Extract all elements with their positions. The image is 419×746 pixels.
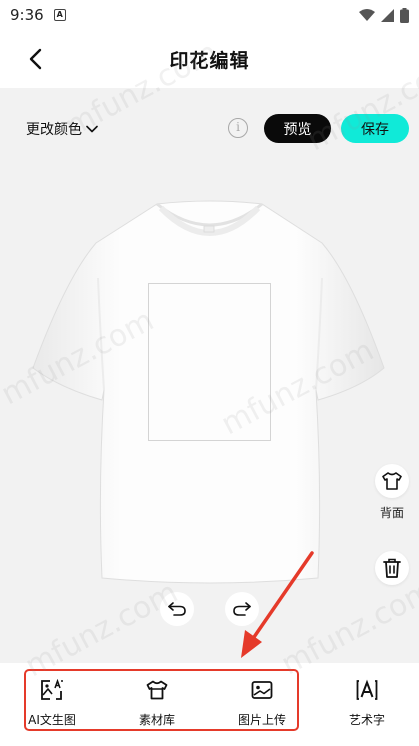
undo-icon	[168, 602, 186, 616]
delete-button[interactable]	[375, 551, 409, 585]
tool-material-library-label: 素材库	[138, 713, 175, 727]
tool-material-library[interactable]: 素材库	[119, 677, 195, 728]
notification-icon: A	[53, 9, 66, 21]
trash-icon	[383, 558, 401, 578]
back-side-button[interactable]: 背面	[375, 464, 409, 521]
change-color-dropdown[interactable]: 更改颜色	[26, 119, 98, 139]
tool-art-text-label: 艺术字	[348, 713, 385, 727]
tool-image-upload[interactable]: 图片上传	[224, 677, 300, 728]
print-area[interactable]	[148, 283, 271, 441]
wifi-icon	[359, 8, 375, 21]
info-icon[interactable]: i	[228, 118, 248, 138]
status-bar: 9:36 A	[0, 0, 419, 30]
header-bar: 印花编辑	[0, 30, 419, 88]
tool-image-upload-label: 图片上传	[237, 713, 286, 727]
back-side-circle	[375, 464, 409, 498]
chevron-left-icon	[29, 48, 42, 70]
tshirt-icon	[382, 472, 402, 490]
page-title: 印花编辑	[169, 49, 250, 72]
back-side-label: 背面	[379, 506, 404, 520]
redo-button[interactable]	[225, 592, 259, 626]
save-button[interactable]: 保存	[341, 114, 409, 143]
status-icons	[359, 7, 409, 23]
preview-button[interactable]: 预览	[264, 114, 331, 143]
tool-ai-image[interactable]: AI文生图	[14, 677, 90, 728]
design-canvas: 背面	[0, 168, 419, 663]
undo-button[interactable]	[160, 592, 194, 626]
back-button[interactable]	[22, 46, 48, 72]
redo-icon	[233, 602, 251, 616]
editor-toolbar: 更改颜色 i 预览 保存	[0, 88, 419, 168]
delete-circle	[375, 551, 409, 585]
art-text-icon	[354, 677, 380, 703]
battery-icon	[400, 7, 409, 23]
image-upload-icon	[249, 677, 275, 703]
ai-image-icon	[39, 677, 65, 703]
change-color-label: 更改颜色	[26, 122, 82, 138]
signal-icon	[381, 8, 394, 22]
tshirt-library-icon	[144, 677, 170, 703]
status-time: 9:36	[10, 6, 44, 24]
tool-ai-image-label: AI文生图	[28, 713, 76, 727]
tool-art-text[interactable]: 艺术字	[329, 677, 405, 728]
bottom-toolbar: AI文生图 素材库 图片上传 艺术字	[0, 663, 419, 746]
chevron-down-icon	[86, 125, 98, 133]
